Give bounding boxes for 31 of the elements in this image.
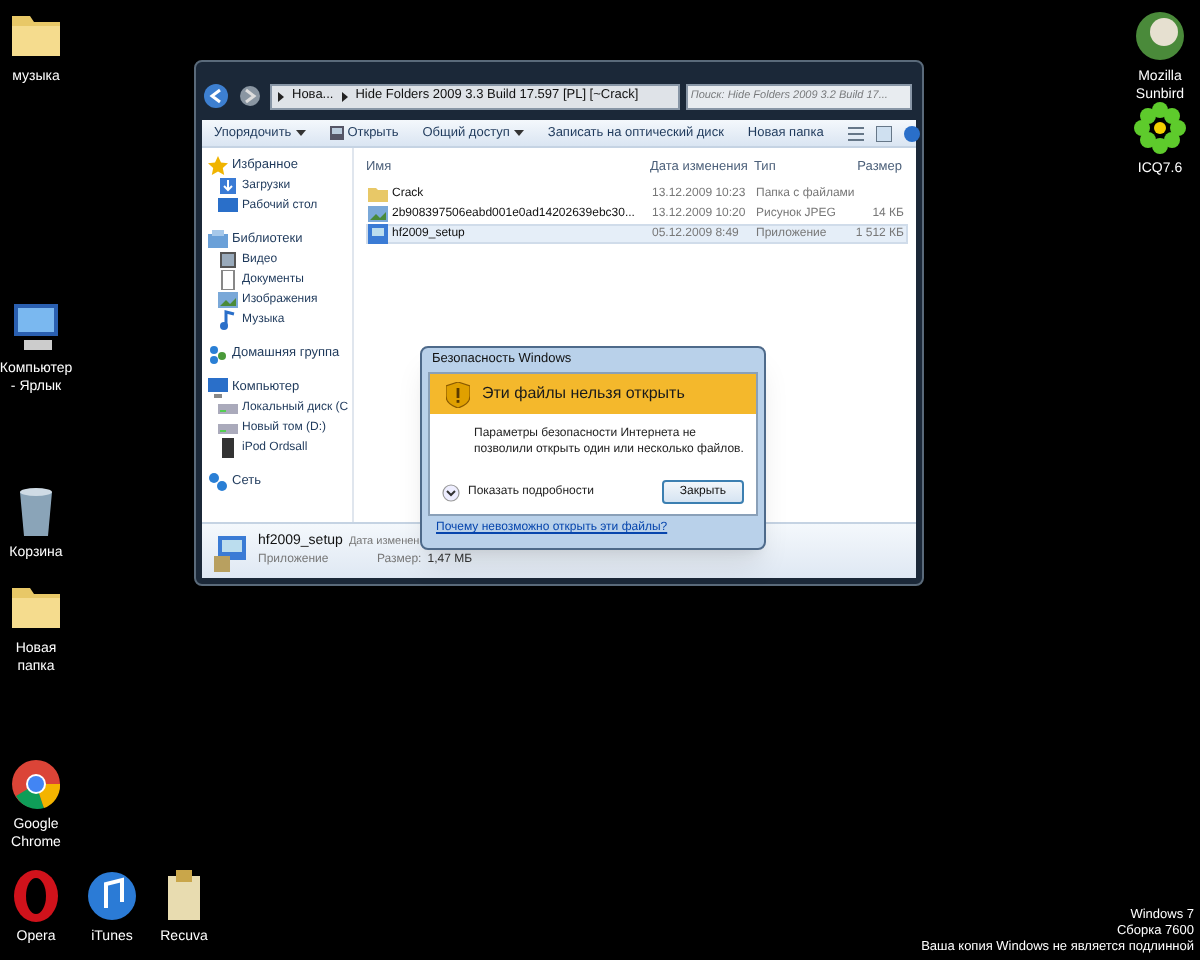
library-icon: [208, 230, 228, 250]
download-icon: [218, 176, 238, 196]
video-icon: [218, 250, 238, 270]
installer-icon: [214, 531, 250, 571]
chevron-down-icon: [442, 483, 460, 501]
installer-icon: [368, 224, 388, 244]
chevron-icon: [341, 91, 348, 101]
ipod-icon: [218, 438, 238, 458]
image-icon: [368, 204, 388, 224]
image-icon: [218, 290, 238, 310]
star-icon: [208, 156, 228, 176]
view-icon: [847, 125, 864, 141]
preview-pane-icon: [875, 125, 892, 141]
drive-icon: [218, 418, 238, 438]
help-icon: [903, 125, 920, 141]
desktop-icon: [218, 196, 238, 216]
folder-icon: [368, 184, 388, 204]
caret-icon: [295, 130, 306, 136]
drive-icon: [218, 398, 238, 418]
people-icon: [208, 344, 228, 364]
network-icon: [208, 472, 228, 492]
window-icon: [329, 126, 344, 140]
document-icon: [218, 270, 238, 290]
chevron-icon: [278, 91, 284, 101]
dialog-heading: Эти файлы нельзя открыть: [482, 382, 685, 406]
shield-warning-icon: [446, 381, 470, 407]
forward-icon: [236, 82, 264, 110]
back-icon: [202, 82, 230, 110]
caret-icon: [513, 130, 524, 136]
computer-icon: [208, 378, 228, 398]
flower-icon: [1128, 96, 1192, 160]
